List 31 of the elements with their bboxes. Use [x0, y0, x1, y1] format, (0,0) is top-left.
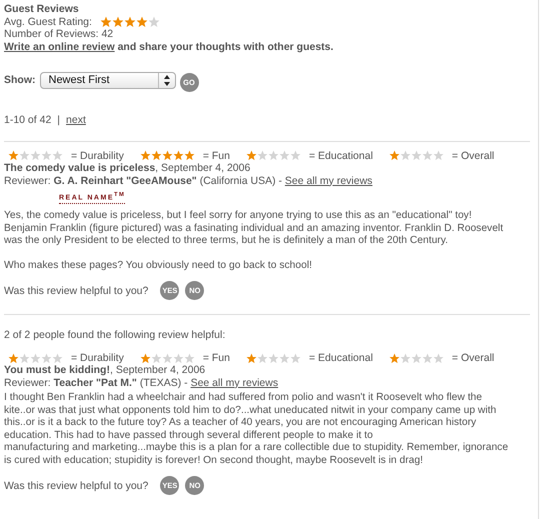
next-link[interactable]: next [66, 114, 86, 126]
sort-dropdown[interactable]: Newest First [40, 72, 176, 89]
rating-label: = Overall [452, 150, 494, 162]
see-all-reviews-link[interactable]: See all my reviews [190, 376, 278, 389]
helpful-question: Was this review helpful to you? [4, 480, 148, 492]
rating-label: = Educational [308, 150, 373, 162]
separator: | [57, 114, 60, 126]
stepper-arrows-icon [164, 75, 170, 86]
page-range: 1-10 of 42 [4, 114, 52, 126]
see-all-reviews-link[interactable]: See all my reviews [284, 174, 372, 186]
rating-label: = Fun [202, 150, 230, 162]
rating-label: = Fun [202, 352, 230, 364]
helpful-question: Was this review helpful to you? [4, 284, 148, 298]
section-title: Guest Reviews [4, 3, 80, 16]
rating-label: = Educational [308, 352, 373, 364]
write-review-link[interactable]: Write an online review [4, 40, 115, 52]
show-label: Show: [4, 74, 36, 87]
review-heading: You must be kidding!, September 4, 2006 [4, 364, 206, 377]
review-text: I thought Ben Franklin had a wheelchair and had suffered from polio and wasn't it Roosevelt who flew the kite..or was that just what opponents told him to do?...what uneducated nitwit in your company came up with this..or is it a back to the future toy? As a teacher of 40 years, you are not encouraging American history education. This had to have passed through several different people to make it to manufacturing and marketing...maybe this is a plan for a rare collectible due to stupidity. Remember, ignorance is cured with education; stupidity is forever! On second thought, maybe Roosevelt is in drag! [4, 392, 510, 468]
reviewer-line: Reviewer: Teacher "Pat M." (TEXAS) - See all my reviews [4, 376, 280, 390]
rating-label: = Overall [452, 352, 494, 364]
review-heading: The comedy value is priceless, September 4, 2006 [4, 162, 252, 174]
rating-label: = Durability [71, 150, 124, 162]
review-text: Yes, the comedy value is priceless, but I feel sorry for anyone trying to use this as an "educational" toy! Benjamin Franklin (figure pictured) was a fasinating individual and an amazing inventor. Franklin D. Roosevelt was the only President to be elected to three terms, but he is definitely a man of the 20th Century. [4, 210, 504, 248]
review-count: Number of Reviews: 42 [4, 28, 114, 40]
rating-label: = Durability [71, 352, 124, 364]
write-review-text: Write an online review and share your thoughts with other guests. [4, 40, 334, 53]
reviewer-line: Reviewer: G. A. Reinhart "GeeAMouse" (California USA) - See all my reviews [4, 174, 374, 187]
avg-rating-label: Avg. Guest Rating: [4, 16, 92, 28]
review-text: Who makes these pages? You obviously need to go back to school! [4, 260, 313, 272]
helpful-note: 2 of 2 people found the following review helpful: [4, 329, 226, 342]
